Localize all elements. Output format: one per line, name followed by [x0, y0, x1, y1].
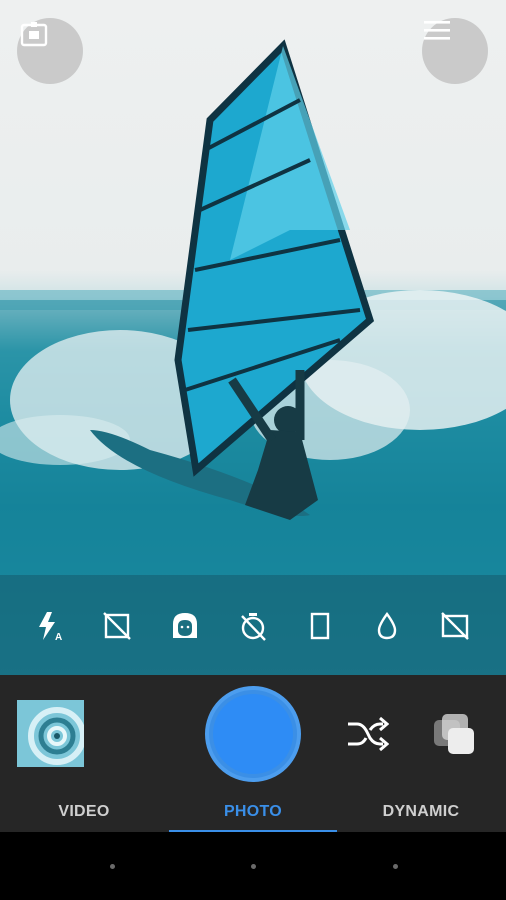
beauty-face-icon — [173, 613, 197, 638]
menu-button[interactable] — [422, 18, 488, 84]
flash-auto-button[interactable]: A — [32, 608, 68, 644]
collage-icon — [434, 714, 474, 754]
grid-off-icon — [441, 612, 469, 640]
flash-auto-icon: A — [39, 612, 62, 643]
aspect-ratio-button[interactable] — [302, 608, 338, 644]
gallery-thumbnail-image — [17, 700, 84, 767]
aspect-ratio-icon — [310, 612, 330, 640]
shutter-inner — [213, 694, 293, 774]
hdr-off-icon — [103, 612, 131, 640]
water-drop-icon — [377, 611, 397, 640]
nav-back-button[interactable] — [110, 864, 115, 869]
timer-button[interactable] — [235, 608, 271, 644]
shutter-button[interactable] — [205, 686, 301, 782]
switch-camera-button[interactable] — [17, 18, 83, 84]
camera-viewfinder[interactable] — [0, 0, 506, 675]
shuffle-button[interactable] — [345, 714, 390, 754]
filter-drop-button[interactable] — [369, 608, 405, 644]
hamburger-menu-icon — [424, 21, 450, 40]
camera-switch-icon — [20, 22, 48, 47]
grid-toggle-button[interactable] — [437, 608, 473, 644]
mode-video-tab[interactable]: VIDEO — [24, 803, 144, 821]
timer-off-icon — [241, 613, 266, 641]
hdr-toggle-button[interactable] — [99, 608, 135, 644]
beauty-mode-button[interactable] — [167, 608, 203, 644]
nav-recents-button[interactable] — [393, 864, 398, 869]
gallery-thumbnail[interactable] — [17, 700, 84, 767]
mode-photo-tab[interactable]: PHOTO — [193, 803, 313, 821]
collage-button[interactable] — [432, 712, 478, 758]
shuffle-icon — [348, 716, 390, 752]
mode-dynamic-tab[interactable]: DYNAMIC — [361, 803, 481, 821]
svg-text:A: A — [55, 632, 62, 643]
viewfinder-scene — [0, 39, 506, 675]
nav-home-button[interactable] — [251, 864, 256, 869]
